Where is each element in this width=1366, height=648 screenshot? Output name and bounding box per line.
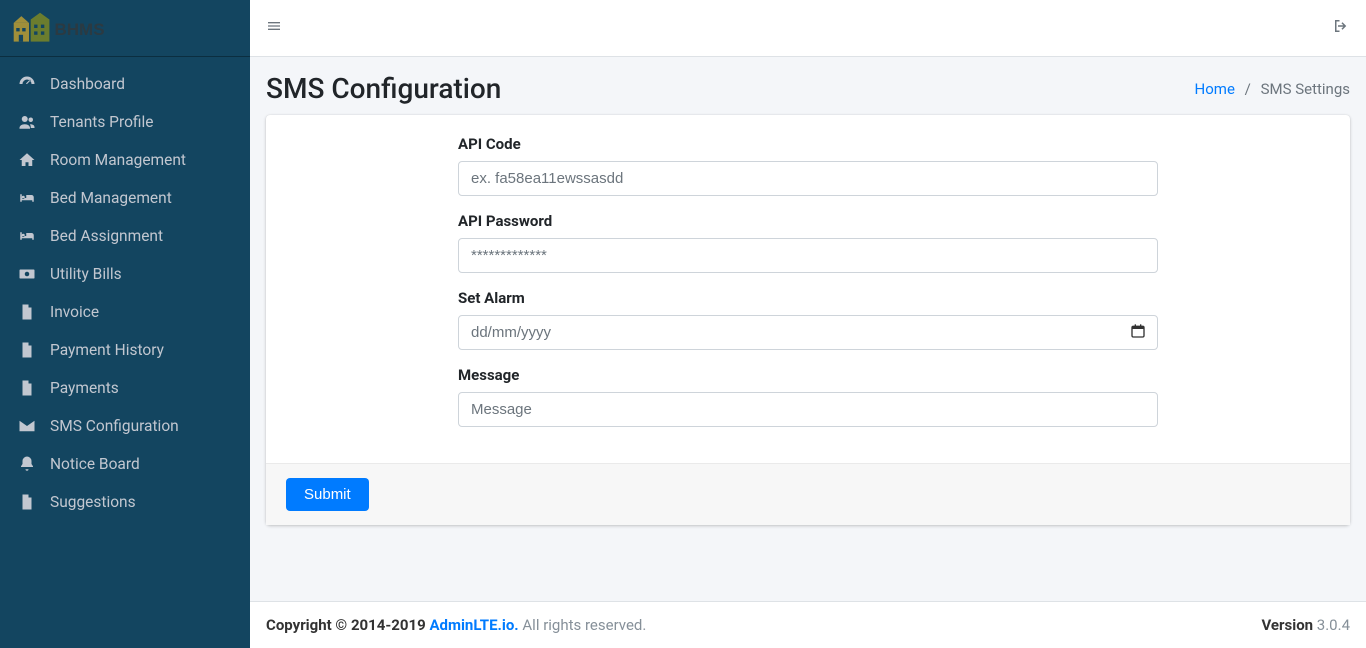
footer-version-label: Version [1261, 616, 1313, 634]
content-header: SMS Configuration Home / SMS Settings [250, 57, 1366, 115]
footer: Copyright © 2014-2019 AdminLTE.io. All r… [250, 601, 1366, 648]
page-title: SMS Configuration [266, 72, 501, 105]
footer-copyright: Copyright © 2014-2019 [266, 616, 429, 634]
bed-icon [16, 189, 38, 207]
money-icon [16, 265, 38, 283]
home-icon [16, 151, 38, 169]
sidebar-item-tenants[interactable]: Tenants Profile [0, 103, 250, 141]
sidebar-item-bed-assign[interactable]: Bed Assignment [0, 217, 250, 255]
footer-version: 3.0.4 [1313, 616, 1350, 634]
api-code-input[interactable] [458, 161, 1158, 196]
sidebar-item-label: Invoice [50, 303, 99, 321]
users-icon [16, 113, 38, 131]
sidebar-item-suggest[interactable]: Suggestions [0, 483, 250, 521]
nav: Dashboard Tenants Profile Room Managemen… [0, 57, 250, 529]
sidebar-item-notice[interactable]: Notice Board [0, 445, 250, 483]
sidebar-item-room[interactable]: Room Management [0, 141, 250, 179]
sidebar-item-payments[interactable]: Payments [0, 369, 250, 407]
menu-toggle-icon[interactable] [266, 18, 282, 38]
api-password-input[interactable] [458, 238, 1158, 273]
file-icon [16, 341, 38, 359]
set-alarm-label: Set Alarm [458, 289, 1158, 307]
breadcrumb-current: SMS Settings [1261, 80, 1350, 98]
api-password-label: API Password [458, 212, 1158, 230]
breadcrumb-home[interactable]: Home [1195, 80, 1235, 98]
footer-brand-link[interactable]: AdminLTE.io. [429, 616, 518, 634]
bell-icon [16, 455, 38, 473]
topbar [250, 0, 1366, 57]
sidebar-item-label: Dashboard [50, 75, 125, 93]
brand[interactable]: BHMS [0, 0, 250, 57]
sidebar-item-label: Room Management [50, 151, 186, 169]
sidebar-item-utility[interactable]: Utility Bills [0, 255, 250, 293]
breadcrumb: Home / SMS Settings [1195, 80, 1350, 98]
sidebar-item-invoice[interactable]: Invoice [0, 293, 250, 331]
sidebar: BHMS Dashboard Tenants Profile Room Mana… [0, 0, 250, 648]
sidebar-item-label: Utility Bills [50, 265, 122, 283]
message-input[interactable] [458, 392, 1158, 427]
api-code-label: API Code [458, 135, 1158, 153]
sidebar-item-bed-mgmt[interactable]: Bed Management [0, 179, 250, 217]
sidebar-item-dashboard[interactable]: Dashboard [0, 65, 250, 103]
footer-rights: All rights reserved. [522, 616, 646, 634]
signout-icon[interactable] [1332, 17, 1350, 39]
form-card: API Code API Password Set Alarm [266, 115, 1350, 525]
submit-button[interactable]: Submit [286, 478, 369, 511]
envelope-icon [16, 417, 38, 435]
sidebar-item-label: SMS Configuration [50, 417, 179, 435]
file-icon [16, 493, 38, 511]
sidebar-item-label: Bed Assignment [50, 227, 163, 245]
sidebar-item-label: Suggestions [50, 493, 136, 511]
card-footer: Submit [266, 463, 1350, 525]
file-icon [16, 379, 38, 397]
sidebar-item-sms[interactable]: SMS Configuration [0, 407, 250, 445]
brand-text: BHMS [54, 20, 104, 39]
sidebar-item-label: Bed Management [50, 189, 172, 207]
message-label: Message [458, 366, 1158, 384]
sidebar-item-label: Notice Board [50, 455, 140, 473]
sidebar-item-label: Payments [50, 379, 119, 397]
sidebar-item-label: Payment History [50, 341, 164, 359]
bed-icon [16, 227, 38, 245]
file-icon [16, 303, 38, 321]
sidebar-item-label: Tenants Profile [50, 113, 153, 131]
dashboard-icon [16, 75, 38, 93]
breadcrumb-sep: / [1245, 80, 1251, 98]
brand-logo: BHMS [12, 11, 114, 45]
set-alarm-input[interactable] [458, 315, 1158, 350]
sidebar-item-payhist[interactable]: Payment History [0, 331, 250, 369]
